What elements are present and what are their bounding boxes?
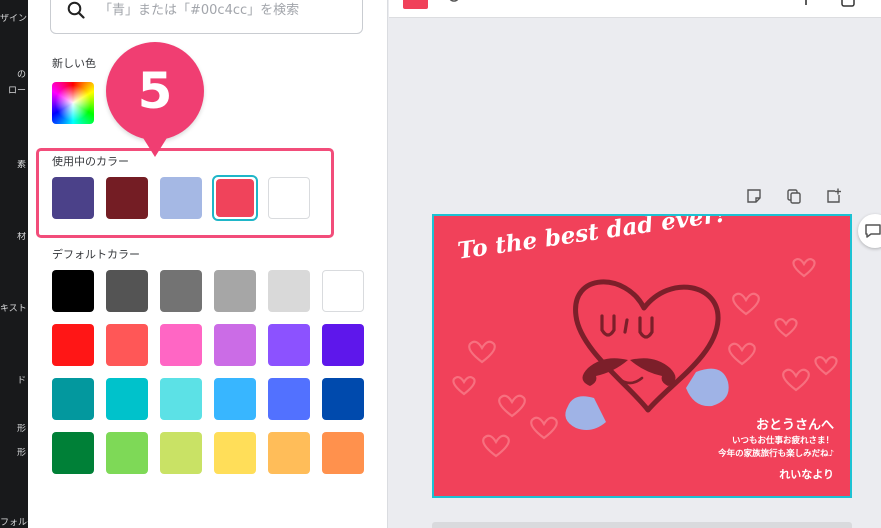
app-window: ザイン の ロー 素 材 キスト ド 形 形 フォルダー 新しい色 使用中のカラ… [0, 0, 881, 528]
default-color-swatch[interactable] [160, 270, 202, 312]
card-message-line-2[interactable]: 今年の家族旅行も楽しみだね♪ [718, 447, 834, 459]
default-color-swatch[interactable] [322, 432, 364, 474]
default-color-swatch[interactable] [106, 324, 148, 366]
rail-item-draw[interactable]: ド [0, 376, 28, 387]
step-badge-pointer [140, 133, 170, 157]
side-rail: ザイン の ロー 素 材 キスト ド 形 形 フォルダー [0, 0, 28, 528]
new-color-picker-button[interactable] [52, 82, 94, 124]
rail-item-templates[interactable]: の [0, 70, 28, 81]
default-colors-label: デフォルトカラー [52, 248, 140, 261]
color-search-box[interactable] [50, 0, 363, 34]
default-color-swatch[interactable] [160, 432, 202, 474]
default-color-swatch[interactable] [268, 378, 310, 420]
comment-button[interactable] [858, 214, 881, 248]
default-color-swatch[interactable] [214, 432, 256, 474]
rail-item-shape-2[interactable]: 形 [0, 448, 28, 459]
default-color-swatch[interactable] [52, 378, 94, 420]
rail-item-text[interactable]: キスト [0, 304, 28, 315]
default-color-swatch[interactable] [52, 270, 94, 312]
pen-icon[interactable] [801, 0, 811, 8]
add-page-icon[interactable] [826, 188, 842, 204]
rail-item-folder[interactable]: フォルダー [0, 518, 28, 528]
default-color-swatch[interactable] [106, 432, 148, 474]
rail-item-material[interactable]: 材 [0, 232, 28, 243]
page-note-icon[interactable] [746, 188, 762, 204]
default-color-swatch[interactable] [322, 378, 364, 420]
next-page-preview [432, 522, 852, 528]
step-badge: 5 [106, 42, 204, 140]
comment-icon [865, 224, 881, 238]
duplicate-page-icon[interactable] [786, 188, 802, 204]
default-color-swatch[interactable] [322, 270, 364, 312]
default-color-swatch[interactable] [52, 432, 94, 474]
default-color-swatch[interactable] [106, 270, 148, 312]
default-color-swatch[interactable] [322, 324, 364, 366]
default-color-swatch[interactable] [160, 378, 202, 420]
editor-toolbar [389, 0, 881, 18]
card-message-line-1[interactable]: いつもお仕事お疲れさま！ [732, 434, 834, 446]
default-color-swatch[interactable] [268, 432, 310, 474]
rail-item-design[interactable]: ザイン [0, 14, 28, 25]
color-panel: 新しい色 使用中のカラー デフォルトカラー [28, 0, 388, 528]
default-color-swatch[interactable] [106, 378, 148, 420]
lock-icon[interactable] [841, 0, 855, 8]
color-search-input[interactable] [99, 0, 349, 25]
default-color-swatch[interactable] [268, 324, 310, 366]
text-color-button[interactable] [403, 0, 428, 9]
default-color-swatch[interactable] [52, 324, 94, 366]
rail-item-elements[interactable]: 素 [0, 160, 28, 171]
default-color-swatch[interactable] [160, 324, 202, 366]
default-color-swatch[interactable] [214, 324, 256, 366]
default-color-swatch[interactable] [268, 270, 310, 312]
default-color-swatch[interactable] [214, 378, 256, 420]
search-icon [67, 1, 85, 19]
card-signature[interactable]: れいなより [779, 466, 834, 482]
design-card[interactable]: To the best dad ever! おとうさんへ いつもお仕事お疲れさま… [432, 214, 852, 498]
default-color-swatch[interactable] [214, 270, 256, 312]
card-recipient[interactable]: おとうさんへ [756, 414, 834, 433]
effects-icon[interactable] [447, 0, 507, 6]
rail-item-shape[interactable]: 形 [0, 424, 28, 435]
highlight-box [36, 148, 334, 238]
new-color-label: 新しい色 [52, 57, 96, 70]
rail-item-upload[interactable]: ロー [0, 86, 28, 97]
